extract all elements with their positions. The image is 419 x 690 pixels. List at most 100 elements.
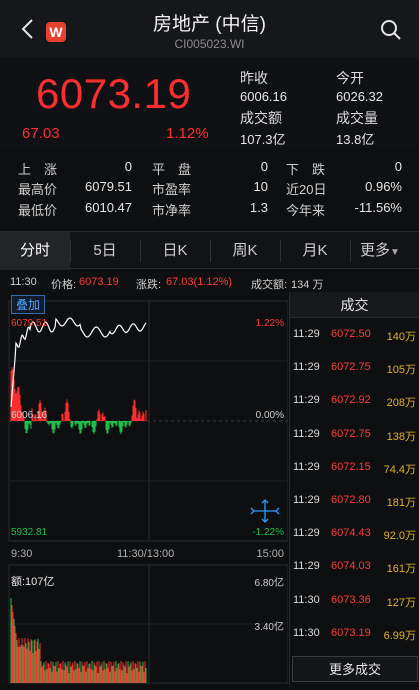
stat-value: 0 — [260, 159, 268, 174]
axis-time-mid: 11:30/13:00 — [117, 548, 175, 560]
page-title: 房地产 (中信) — [153, 14, 266, 35]
price-change-percent: 1.12% — [166, 125, 209, 142]
trade-time: 11:29 — [293, 560, 320, 573]
tab-more[interactable]: 更多▼ — [350, 232, 410, 270]
trade-price: 6072.75 — [331, 427, 371, 440]
axis-vol-mid: 3.40亿 — [254, 622, 284, 633]
trade-time: 11:30 — [293, 593, 320, 606]
axis-pct-high: 1.22% — [255, 318, 284, 329]
info-price-label: 价格: — [51, 279, 77, 291]
stat-value: 1.3 — [249, 200, 268, 215]
stat-label: 市盈率 — [152, 182, 192, 197]
trade-volume: 6.99万 — [383, 629, 416, 642]
volume-total-label: 额:107亿 — [11, 576, 55, 588]
trade-price: 6072.50 — [331, 328, 371, 340]
stat-label: 市净率 — [152, 203, 192, 218]
search-icon[interactable] — [380, 19, 402, 41]
trade-volume: 127万 — [386, 596, 416, 609]
tab-more-label: 更多 — [360, 242, 391, 259]
trade-price: 6072.75 — [331, 361, 371, 374]
axis-vol-high: 6.80亿 — [254, 578, 284, 589]
axis-price-high: 6079.51 — [11, 318, 48, 329]
tab-daily-k[interactable]: 日K — [140, 232, 210, 270]
trade-row: 11:29 6074.03 161万 — [290, 560, 419, 580]
trade-row: 11:30 6073.19 6.99万 — [290, 627, 419, 647]
turnover-label: 成交额 — [240, 110, 282, 126]
trade-row: 11:29 6072.15 74.4万 — [290, 461, 419, 481]
trade-price: 6074.43 — [331, 527, 371, 540]
price-line — [10, 317, 147, 408]
trade-volume: 138万 — [386, 430, 416, 443]
expand-chart-icon[interactable] — [250, 499, 280, 523]
prev-close-label: 昨收 — [240, 70, 268, 86]
stat-label: 最高价 — [18, 182, 58, 197]
trade-time: 11:29 — [293, 394, 320, 407]
stat-value: 6079.51 — [85, 179, 132, 194]
period-tabs: 分时 5日 日K 周K 月K 更多▼ — [0, 231, 419, 270]
last-price: 6073.19 — [36, 70, 192, 117]
stat-value: -11.56% — [354, 200, 402, 215]
axis-time-start: 9:30 — [11, 548, 33, 560]
tab-5day[interactable]: 5日 — [70, 232, 140, 270]
overlay-button[interactable]: 叠加 — [11, 295, 46, 314]
stat-label: 近20日 — [286, 182, 327, 197]
trade-price: 6073.36 — [331, 593, 371, 606]
trade-time: 11:30 — [293, 626, 320, 639]
stat-value: 0 — [124, 159, 132, 174]
stat-value: 0 — [394, 159, 402, 174]
tab-weekly-k[interactable]: 周K — [210, 232, 280, 270]
axis-pct-low: -1.22% — [252, 527, 284, 538]
axis-price-mid: 6006.16 — [11, 410, 48, 421]
stat-label: 今年来 — [286, 203, 326, 218]
info-change-label: 涨跌: — [136, 279, 162, 291]
trade-price: 6074.03 — [331, 560, 371, 573]
trade-ticker-panel: 成交 11:29 6072.50 140万 11:29 6072.75 105万 11:29… — [289, 292, 419, 685]
stat-value: 10 — [253, 179, 268, 194]
intraday-chart-svg — [8, 300, 289, 684]
trade-price: 6073.19 — [331, 626, 371, 639]
intraday-down-bars — [24, 421, 132, 435]
info-time: 11:30 — [10, 276, 37, 288]
stat-label: 平 盘 — [152, 162, 192, 177]
prev-close-value: 6006.16 — [240, 89, 287, 104]
trade-row: 11:29 6072.92 208万 — [290, 394, 419, 414]
trade-volume: 92.0万 — [383, 530, 416, 543]
axis-price-low: 5932.81 — [11, 527, 48, 538]
trade-row: 11:29 6072.75 138万 — [290, 428, 419, 448]
trade-volume: 74.4万 — [383, 463, 416, 476]
open-value: 6026.32 — [336, 89, 383, 104]
stat-value: 0.96% — [365, 179, 402, 194]
trade-row: 11:29 6072.50 140万 — [290, 328, 419, 348]
trade-time: 11:29 — [293, 460, 320, 473]
stat-label: 最低价 — [18, 203, 58, 218]
volume-label: 成交量 — [336, 110, 378, 126]
stat-value: 6010.47 — [85, 200, 132, 215]
turnover-value: 107.3亿 — [240, 132, 286, 147]
axis-pct-mid: 0.00% — [255, 410, 284, 421]
index-code: CI005023.WI — [174, 37, 245, 51]
trade-row: 11:30 6073.36 127万 — [290, 594, 419, 614]
trade-price: 6072.92 — [331, 394, 371, 407]
trade-price: 6072.15 — [331, 460, 371, 473]
stat-label: 上 涨 — [18, 162, 58, 177]
trade-panel-title: 成交 — [290, 292, 419, 318]
trade-volume: 140万 — [386, 331, 416, 343]
axis-time-end: 15:00 — [256, 548, 284, 560]
trade-time: 11:29 — [293, 494, 320, 506]
tab-intraday[interactable]: 分时 — [0, 232, 70, 270]
trade-volume: 161万 — [386, 563, 416, 576]
info-amount: 134 万 — [291, 279, 324, 291]
dropdown-triangle-icon: ▼ — [390, 247, 400, 258]
trade-price: 6072.80 — [331, 494, 371, 506]
trade-volume: 105万 — [386, 364, 416, 377]
trade-volume: 208万 — [386, 397, 416, 410]
trade-row: 11:29 6072.80 181万 — [290, 494, 419, 514]
open-label: 今开 — [336, 70, 364, 86]
more-trades-button[interactable]: 更多成交 — [292, 656, 418, 682]
tab-monthly-k[interactable]: 月K — [280, 232, 350, 270]
trade-time: 11:29 — [293, 328, 320, 340]
stats-grid: 上 涨 0 平 盘 0 下 跌 0 最高价 6079.51 市盈率 10 近20… — [0, 152, 419, 226]
stat-label: 下 跌 — [286, 162, 326, 177]
info-price: 6073.19 — [79, 276, 119, 288]
intraday-chart[interactable]: 叠加 6079.51 6006.16 5932.81 1.22% 0.00% -… — [0, 292, 289, 685]
